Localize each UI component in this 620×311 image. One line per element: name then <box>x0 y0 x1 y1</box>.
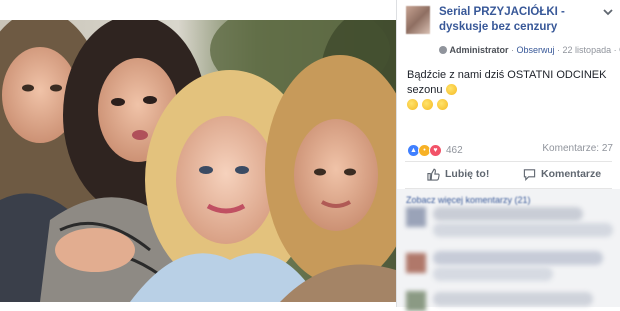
comment-button[interactable]: Komentarze <box>523 166 601 182</box>
reaction-count: 462 <box>446 145 463 156</box>
page-name-text: Serial PRZYJACIÓŁKI - dyskusje bez cenzu… <box>439 6 565 33</box>
post-photo[interactable] <box>0 20 396 302</box>
comment-bubble <box>433 207 583 221</box>
comment-avatar[interactable] <box>406 207 426 227</box>
selfie-photo-illustration <box>0 20 396 302</box>
page-avatar[interactable] <box>406 6 430 34</box>
comment-button-label: Komentarze <box>541 168 601 180</box>
post-side-panel: Serial PRZYJACIÓŁKI - dyskusje bez cenzu… <box>396 0 620 307</box>
like-button-label: Lubię to! <box>445 168 489 180</box>
post-meta: Administrator · Obserwuj · 22 listopada … <box>439 44 620 56</box>
comment-bubble <box>433 292 593 306</box>
comment-bubble-icon <box>523 168 536 181</box>
crying-emoji-icon <box>437 99 448 110</box>
photo-bottom-margin <box>0 302 396 307</box>
comment-avatar[interactable] <box>406 253 426 273</box>
thumbs-up-icon <box>427 168 440 181</box>
crying-emoji-icon <box>422 99 433 110</box>
comments-count[interactable]: Komentarze: 27 <box>542 143 613 154</box>
comment-bubble <box>433 251 603 265</box>
divider <box>405 161 612 162</box>
post-message-text: Bądźcie z nami dziś OSTATNI ODCINEK sezo… <box>407 69 606 96</box>
comments-section: Zobacz więcej komentarzy (21) <box>397 189 620 307</box>
comment-avatar[interactable] <box>406 291 426 311</box>
follow-link[interactable]: Obserwuj <box>517 45 555 55</box>
crying-emoji-icon <box>446 84 457 95</box>
comment-bubble <box>433 267 553 281</box>
admin-icon <box>439 46 447 54</box>
page-name-link[interactable]: Serial PRZYJACIÓŁKI - dyskusje bez cenzu… <box>439 5 604 35</box>
love-reaction-icon: ♥ <box>429 144 442 157</box>
like-button[interactable]: Lubię to! <box>427 166 489 182</box>
view-more-comments-link[interactable]: Zobacz więcej komentarzy (21) <box>406 195 531 205</box>
post-date[interactable]: 22 listopada <box>563 45 612 55</box>
crying-emoji-icon <box>407 99 418 110</box>
comment-bubble <box>433 223 613 237</box>
facebook-post-viewer: Serial PRZYJACIÓŁKI - dyskusje bez cenzu… <box>0 0 620 307</box>
photo-top-margin <box>0 0 396 20</box>
admin-label: Administrator <box>450 45 509 55</box>
post-message: Bądźcie z nami dziś OSTATNI ODCINEK sezo… <box>407 68 612 113</box>
reactions-summary[interactable]: ▲ • ♥ 462 <box>407 143 463 157</box>
dropdown-icon[interactable] <box>602 6 614 18</box>
